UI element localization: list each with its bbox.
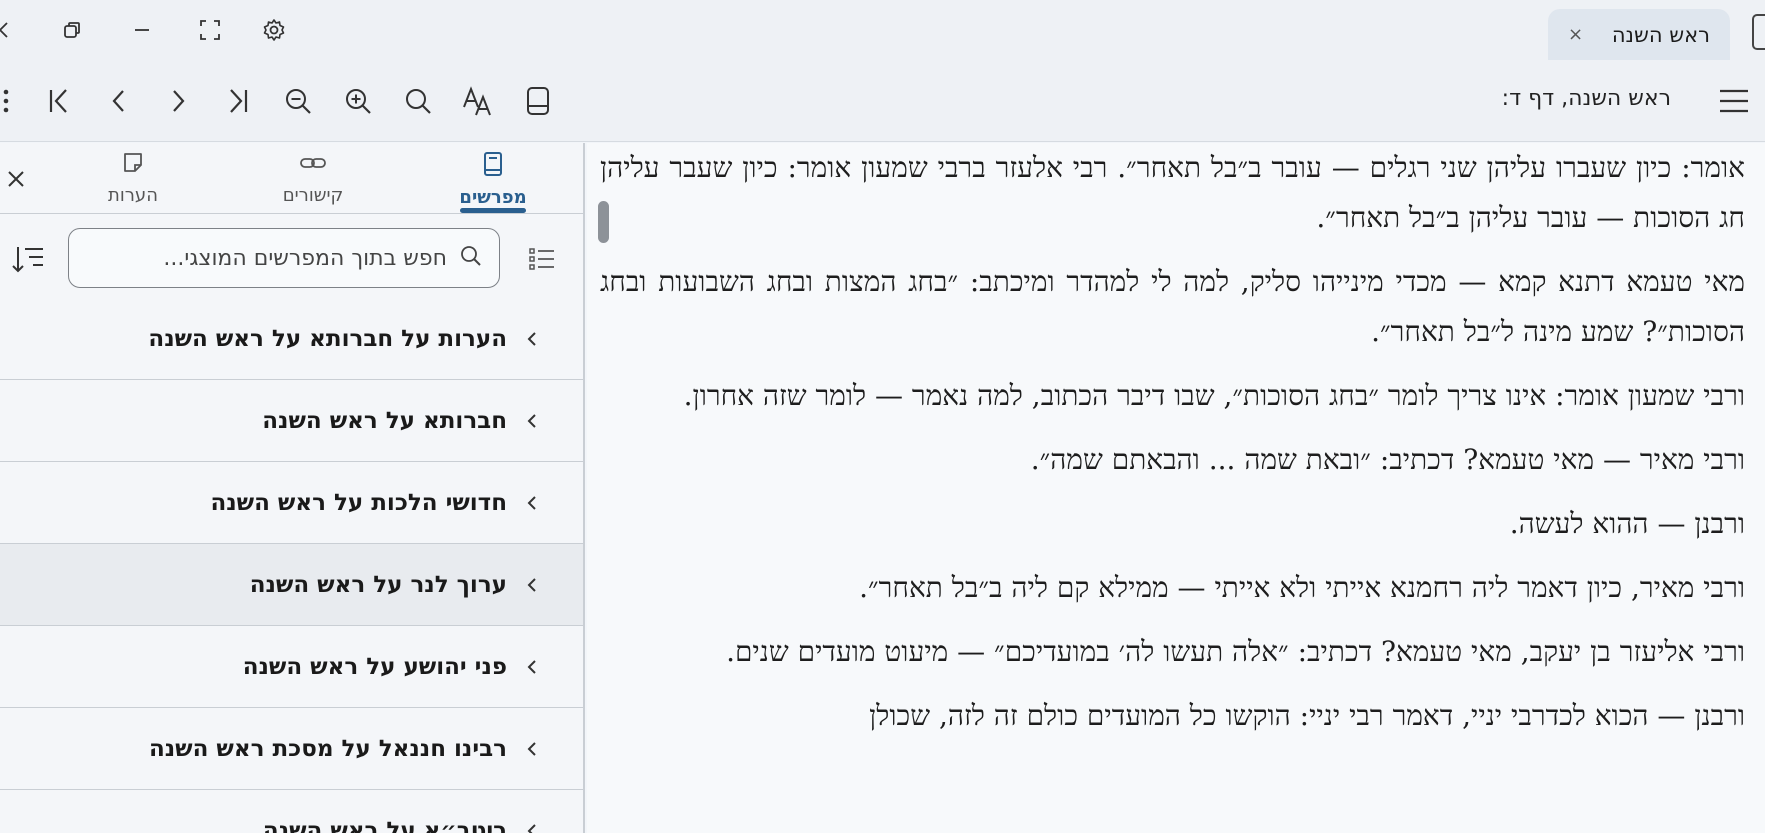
list-item-label: פני יהושע על ראש השנה [242,653,507,680]
list-item[interactable]: ריטב״א על ראש השנה [0,790,583,833]
toolbar: ראש השנה, דף ד: [0,60,1765,142]
commentary-sidebar: הערות קישורים מפרשים הערות על חברותא על … [0,143,585,833]
list-item[interactable]: חברותא על ראש השנה [0,380,583,462]
close-window-icon[interactable] [0,12,18,48]
tab-notes[interactable]: הערות [73,151,193,213]
text-paragraph: ורבי אליעזר בן יעקב, מאי טעמא? דכתיב: ״א… [726,635,1745,668]
list-item-label: חדושי הלכות על ראש השנה [210,489,507,516]
list-item-label: ריטב״א על ראש השנה [262,817,507,833]
book-view-icon[interactable] [518,81,558,121]
text-paragraph: מאי טעמא דתנא קמא — מכדי מינייהו סליק, ל… [600,265,1745,348]
list-item-label: חברותא על ראש השנה [262,407,507,434]
list-item-label: ערוך לנר על ראש השנה [249,571,507,598]
chevron-icon [521,413,543,429]
fullscreen-icon[interactable] [192,12,228,48]
note-icon [121,151,145,179]
text-paragraph: אומר: כיון שעברו עליהן שני רגלים — עובר … [600,151,1745,234]
text-paragraph: ורבנן — ההוא לעשה. [1509,507,1745,540]
last-page-icon[interactable] [218,81,258,121]
list-item[interactable]: ערוך לנר על ראש השנה [0,544,583,626]
restore-window-icon[interactable] [54,12,90,48]
tab-commentaries-label: מפרשים [459,187,527,208]
first-page-icon[interactable] [39,81,79,121]
list-item-label: הערות על חברותא על ראש השנה [148,325,507,352]
chevron-icon [521,577,543,593]
tab-notes-label: הערות [108,185,158,206]
sort-icon[interactable] [8,240,48,278]
tab-links[interactable]: קישורים [253,151,373,213]
previous-page-icon[interactable] [99,81,139,121]
more-options-icon[interactable] [0,81,26,121]
zoom-in-icon[interactable] [338,81,378,121]
chevron-icon [521,741,543,757]
commentary-search-input[interactable] [87,245,447,271]
text-reader: אומר: כיון שעברו עליהן שני רגלים — עובר … [587,143,1765,833]
list-item[interactable]: חדושי הלכות על ראש השנה [0,462,583,544]
font-size-icon[interactable] [458,81,498,121]
link-icon [299,151,327,179]
settings-gear-icon[interactable] [256,12,292,48]
chevron-icon [521,823,543,833]
list-item[interactable]: הערות על חברותא על ראש השנה [0,298,583,380]
text-paragraph: ורבנן — הכוא לכדרבי יניי, דאמר רבי יניי:… [869,699,1745,732]
tab-current-document[interactable]: ראש השנה × [1548,9,1730,60]
text-paragraph: ורבי מאיר, כיון דאמר ליה רחמנא אייתי ולא… [859,571,1745,604]
chevron-icon [521,495,543,511]
list-item-label: רבינו חננאל על מסכת ראש השנה [148,735,507,762]
tab-commentaries[interactable]: מפרשים [433,151,553,213]
next-page-icon[interactable] [158,81,198,121]
search-icon[interactable] [398,81,438,121]
tab-close-icon[interactable]: × [1568,24,1583,45]
list-item[interactable]: רבינו חננאל על מסכת ראש השנה [0,708,583,790]
book-icon [481,151,505,181]
title-bar: ראש השנה × [0,0,1765,60]
commentary-list: הערות על חברותא על ראש השנה חברותא על רא… [0,298,583,833]
zoom-out-icon[interactable] [278,81,318,121]
location-title: ראש השנה, דף ד: [1501,86,1671,111]
text-paragraph: ורבי מאיר — מאי טעמא? דכתיב: ״ובאת שמה .… [1030,443,1745,476]
text-paragraph: ורבי שמעון אומר: אינו צריך לומר ״בחג הסו… [683,379,1745,412]
text-body: אומר: כיון שעברו עליהן שני רגלים — עובר … [600,143,1745,755]
chevron-icon [521,331,543,347]
list-view-icon[interactable] [525,242,559,276]
menu-hamburger-icon[interactable] [1714,81,1754,121]
minimize-window-icon[interactable] [124,12,160,48]
new-tab-icon[interactable] [1752,14,1765,50]
commentary-search-box[interactable] [68,228,500,288]
close-sidebar-icon[interactable] [2,165,30,193]
tab-links-label: קישורים [282,185,344,206]
search-icon [459,244,483,272]
list-item[interactable]: פני יהושע על ראש השנה [0,626,583,708]
tab-title: ראש השנה [1611,22,1710,47]
tabs-divider [0,213,585,214]
chevron-icon [521,659,543,675]
